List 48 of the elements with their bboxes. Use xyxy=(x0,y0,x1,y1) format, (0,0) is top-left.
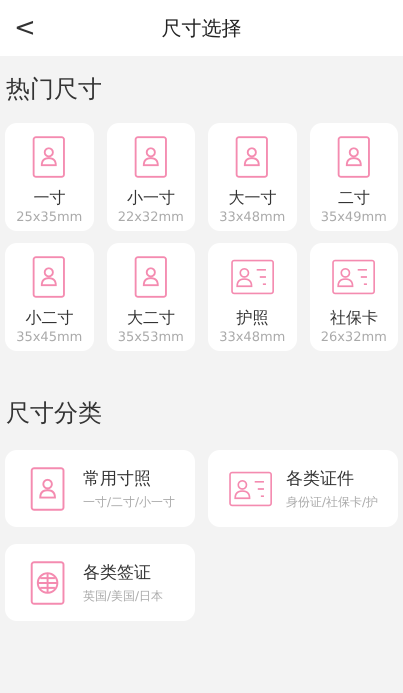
size-card[interactable]: 小一寸 22x32mm xyxy=(106,123,195,231)
size-name: 二寸 xyxy=(338,188,370,208)
size-dimensions: 25x35mm xyxy=(16,210,82,226)
category-examples: 一寸/二寸/小一寸 xyxy=(83,494,176,510)
portrait-icon xyxy=(235,136,270,178)
category-name: 各类签证 xyxy=(83,562,152,584)
size-dimensions: 33x48mm xyxy=(219,330,286,346)
size-dimensions: 33x48mm xyxy=(219,210,286,226)
section-heading: 热门尺寸 xyxy=(5,74,103,104)
size-name: 大一寸 xyxy=(228,188,276,208)
category-card[interactable]: 各类证件 身份证/社保卡/护 xyxy=(208,450,398,527)
back-button[interactable]: < xyxy=(14,15,36,41)
portrait-icon xyxy=(32,256,66,298)
category-name: 各类证件 xyxy=(286,468,355,490)
size-name: 一寸 xyxy=(33,188,66,208)
portrait-icon xyxy=(336,136,371,178)
category-examples: 英国/美国/日本 xyxy=(83,588,164,604)
size-name: 社保卡 xyxy=(330,308,378,328)
portrait-icon xyxy=(30,466,66,510)
portrait-icon xyxy=(32,136,66,178)
size-name: 护照 xyxy=(236,308,268,328)
portrait-icon xyxy=(134,256,168,298)
size-card[interactable]: 护照 33x48mm xyxy=(208,243,296,351)
size-name: 小二寸 xyxy=(25,308,74,328)
size-name: 小一寸 xyxy=(126,188,175,208)
id-card-icon xyxy=(332,259,376,295)
size-card[interactable]: 大一寸 33x48mm xyxy=(208,123,296,231)
size-card[interactable]: 一寸 25x35mm xyxy=(5,123,94,231)
category-examples: 身份证/社保卡/护 xyxy=(286,494,378,510)
size-card[interactable]: 社保卡 26x32mm xyxy=(310,243,398,351)
portrait-icon xyxy=(134,136,168,178)
size-dimensions: 35x53mm xyxy=(118,330,184,346)
size-dimensions: 35x45mm xyxy=(16,330,82,346)
id-card-icon xyxy=(229,470,273,506)
globe-icon xyxy=(30,560,66,604)
size-card[interactable]: 大二寸 35x53mm xyxy=(106,243,195,351)
category-card[interactable]: 常用寸照 一寸/二寸/小一寸 xyxy=(5,450,195,527)
page-title: 尺寸选择 xyxy=(162,15,242,42)
size-dimensions: 22x32mm xyxy=(118,210,184,226)
section-heading: 尺寸分类 xyxy=(5,398,103,428)
size-name: 大二寸 xyxy=(126,308,175,328)
size-card[interactable]: 小二寸 35x45mm xyxy=(5,243,94,351)
category-card[interactable]: 各类签证 英国/美国/日本 xyxy=(5,544,195,621)
id-card-icon xyxy=(230,259,274,295)
size-dimensions: 35x49mm xyxy=(320,210,387,226)
size-dimensions: 26x32mm xyxy=(320,330,387,346)
category-name: 常用寸照 xyxy=(83,468,152,490)
size-card[interactable]: 二寸 35x49mm xyxy=(310,123,398,231)
